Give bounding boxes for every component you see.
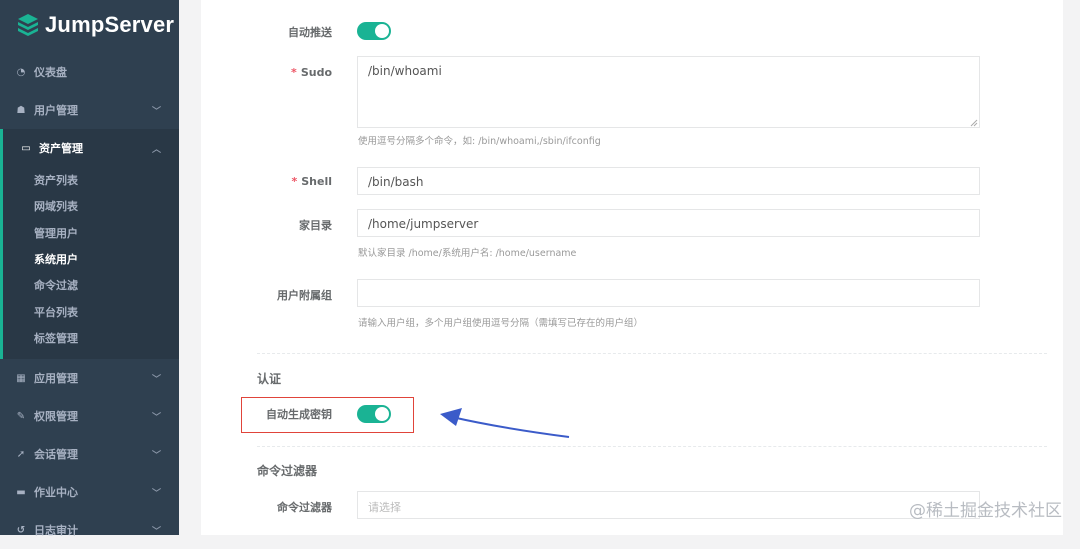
watermark: @稀土掘金技术社区 — [909, 501, 1062, 521]
annotation-arrow-icon — [440, 408, 570, 438]
